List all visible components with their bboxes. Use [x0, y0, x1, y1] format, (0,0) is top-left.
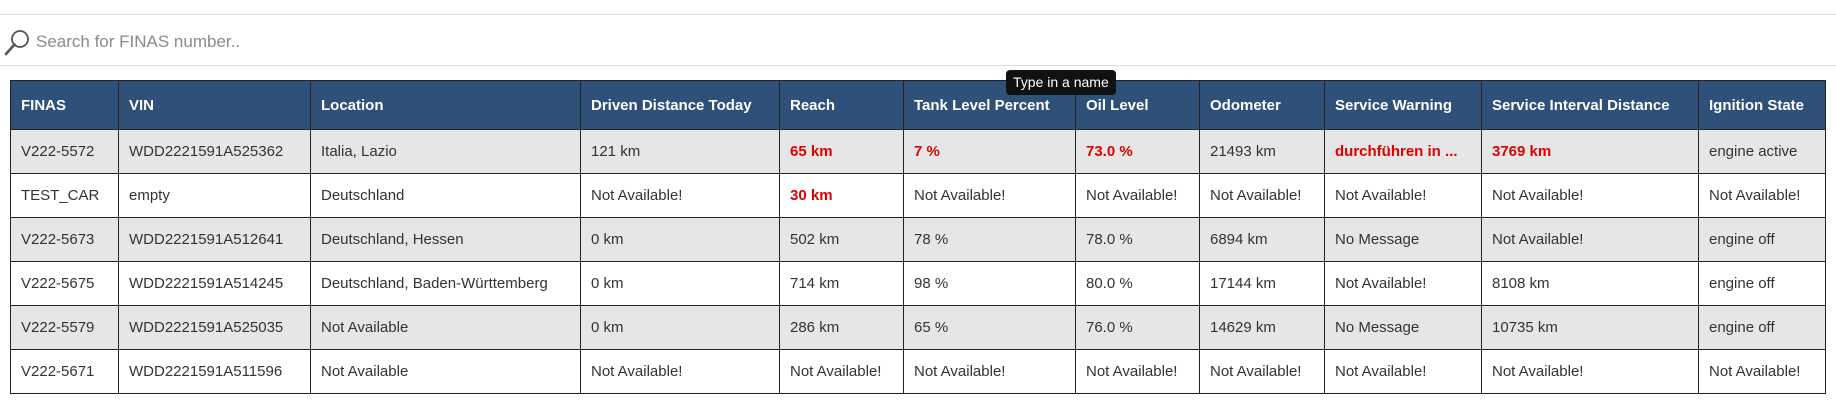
cell-reach: 30 km	[779, 173, 904, 218]
table-row[interactable]: V222-5572 WDD2221591A525362 Italia, Lazio 1…	[10, 129, 1826, 174]
cell-service-interval-distance: Not Available!	[1481, 217, 1699, 262]
cell-vin: empty	[118, 173, 311, 218]
cell-service-interval-distance: Not Available!	[1481, 173, 1699, 218]
cell-oil-level: 76.0 %	[1075, 305, 1200, 350]
column-header-finas[interactable]: FINAS	[10, 80, 119, 130]
cell-vin: WDD2221591A512641	[118, 217, 311, 262]
cell-service-warning: Not Available!	[1324, 173, 1482, 218]
cell-driven-distance-today: 0 km	[580, 261, 780, 306]
cell-service-warning: No Message	[1324, 217, 1482, 262]
cell-finas: V222-5675	[10, 261, 119, 306]
cell-tank-level-percent: Not Available!	[903, 173, 1076, 218]
column-header-service-interval-distance[interactable]: Service Interval Distance	[1481, 80, 1699, 130]
cell-ignition-state: Not Available!	[1698, 349, 1826, 394]
cell-location: Not Available	[310, 305, 581, 350]
cell-vin: WDD2221591A525362	[118, 129, 311, 174]
cell-reach: Not Available!	[779, 349, 904, 394]
search-bar	[0, 15, 1836, 66]
cell-finas: V222-5572	[10, 129, 119, 174]
cell-tank-level-percent: 65 %	[903, 305, 1076, 350]
cell-ignition-state: Not Available!	[1698, 173, 1826, 218]
cell-oil-level: 78.0 %	[1075, 217, 1200, 262]
cell-service-interval-distance: Not Available!	[1481, 349, 1699, 394]
cell-service-interval-distance: 8108 km	[1481, 261, 1699, 306]
table-header-row: FINAS VIN Location Driven Distance Today…	[10, 80, 1826, 130]
cell-location: Not Available	[310, 349, 581, 394]
cell-oil-level: 73.0 %	[1075, 129, 1200, 174]
cell-reach: 286 km	[779, 305, 904, 350]
cell-location: Italia, Lazio	[310, 129, 581, 174]
cell-service-warning: No Message	[1324, 305, 1482, 350]
column-header-location[interactable]: Location	[310, 80, 581, 130]
table-row[interactable]: V222-5673 WDD2221591A512641 Deutschland, H…	[10, 217, 1826, 262]
cell-service-warning: durchführen in ...	[1324, 129, 1482, 174]
cell-tank-level-percent: 78 %	[903, 217, 1076, 262]
cell-odometer: 14629 km	[1199, 305, 1325, 350]
cell-reach: 65 km	[779, 129, 904, 174]
table-row[interactable]: TEST_CAR empty Deutschland Not Available! 30…	[10, 173, 1826, 218]
cell-vin: WDD2221591A514245	[118, 261, 311, 306]
cell-finas: TEST_CAR	[10, 173, 119, 218]
column-header-odometer[interactable]: Odometer	[1199, 80, 1325, 130]
cell-vin: WDD2221591A511596	[118, 349, 311, 394]
cell-odometer: Not Available!	[1199, 349, 1325, 394]
cell-ignition-state: engine off	[1698, 217, 1826, 262]
cell-oil-level: Not Available!	[1075, 349, 1200, 394]
cell-reach: 714 km	[779, 261, 904, 306]
cell-oil-level: Not Available!	[1075, 173, 1200, 218]
column-header-vin[interactable]: VIN	[118, 80, 311, 130]
cell-driven-distance-today: 0 km	[580, 217, 780, 262]
vehicle-table: FINAS VIN Location Driven Distance Today…	[10, 80, 1826, 394]
column-header-ignition-state[interactable]: Ignition State	[1698, 80, 1826, 130]
cell-driven-distance-today: 0 km	[580, 305, 780, 350]
cell-ignition-state: engine off	[1698, 261, 1826, 306]
cell-finas: V222-5673	[10, 217, 119, 262]
cell-tank-level-percent: 7 %	[903, 129, 1076, 174]
column-header-driven-distance-today[interactable]: Driven Distance Today	[580, 80, 780, 130]
table-body: V222-5572 WDD2221591A525362 Italia, Lazio 1…	[10, 129, 1826, 394]
cell-odometer: Not Available!	[1199, 173, 1325, 218]
cell-service-interval-distance: 10735 km	[1481, 305, 1699, 350]
cell-driven-distance-today: Not Available!	[580, 173, 780, 218]
cell-ignition-state: engine off	[1698, 305, 1826, 350]
cell-odometer: 21493 km	[1199, 129, 1325, 174]
cell-service-warning: Not Available!	[1324, 349, 1482, 394]
search-input[interactable]	[36, 27, 1816, 57]
cell-tank-level-percent: 98 %	[903, 261, 1076, 306]
table-row[interactable]: V222-5671 WDD2221591A511596 Not Available N…	[10, 349, 1826, 394]
cell-ignition-state: engine active	[1698, 129, 1826, 174]
column-header-service-warning[interactable]: Service Warning	[1324, 80, 1482, 130]
cell-oil-level: 80.0 %	[1075, 261, 1200, 306]
cell-finas: V222-5671	[10, 349, 119, 394]
column-header-reach[interactable]: Reach	[779, 80, 904, 130]
cell-finas: V222-5579	[10, 305, 119, 350]
search-icon	[3, 29, 31, 57]
cell-driven-distance-today: Not Available!	[580, 349, 780, 394]
cell-location: Deutschland, Hessen	[310, 217, 581, 262]
table-row[interactable]: V222-5675 WDD2221591A514245 Deutschland, B…	[10, 261, 1826, 306]
cell-location: Deutschland	[310, 173, 581, 218]
search-tooltip: Type in a name	[1006, 70, 1116, 95]
cell-driven-distance-today: 121 km	[580, 129, 780, 174]
cell-odometer: 6894 km	[1199, 217, 1325, 262]
cell-vin: WDD2221591A525035	[118, 305, 311, 350]
cell-odometer: 17144 km	[1199, 261, 1325, 306]
table-row[interactable]: V222-5579 WDD2221591A525035 Not Available 0…	[10, 305, 1826, 350]
cell-service-warning: Not Available!	[1324, 261, 1482, 306]
cell-reach: 502 km	[779, 217, 904, 262]
cell-location: Deutschland, Baden-Württemberg	[310, 261, 581, 306]
cell-service-interval-distance: 3769 km	[1481, 129, 1699, 174]
cell-tank-level-percent: Not Available!	[903, 349, 1076, 394]
